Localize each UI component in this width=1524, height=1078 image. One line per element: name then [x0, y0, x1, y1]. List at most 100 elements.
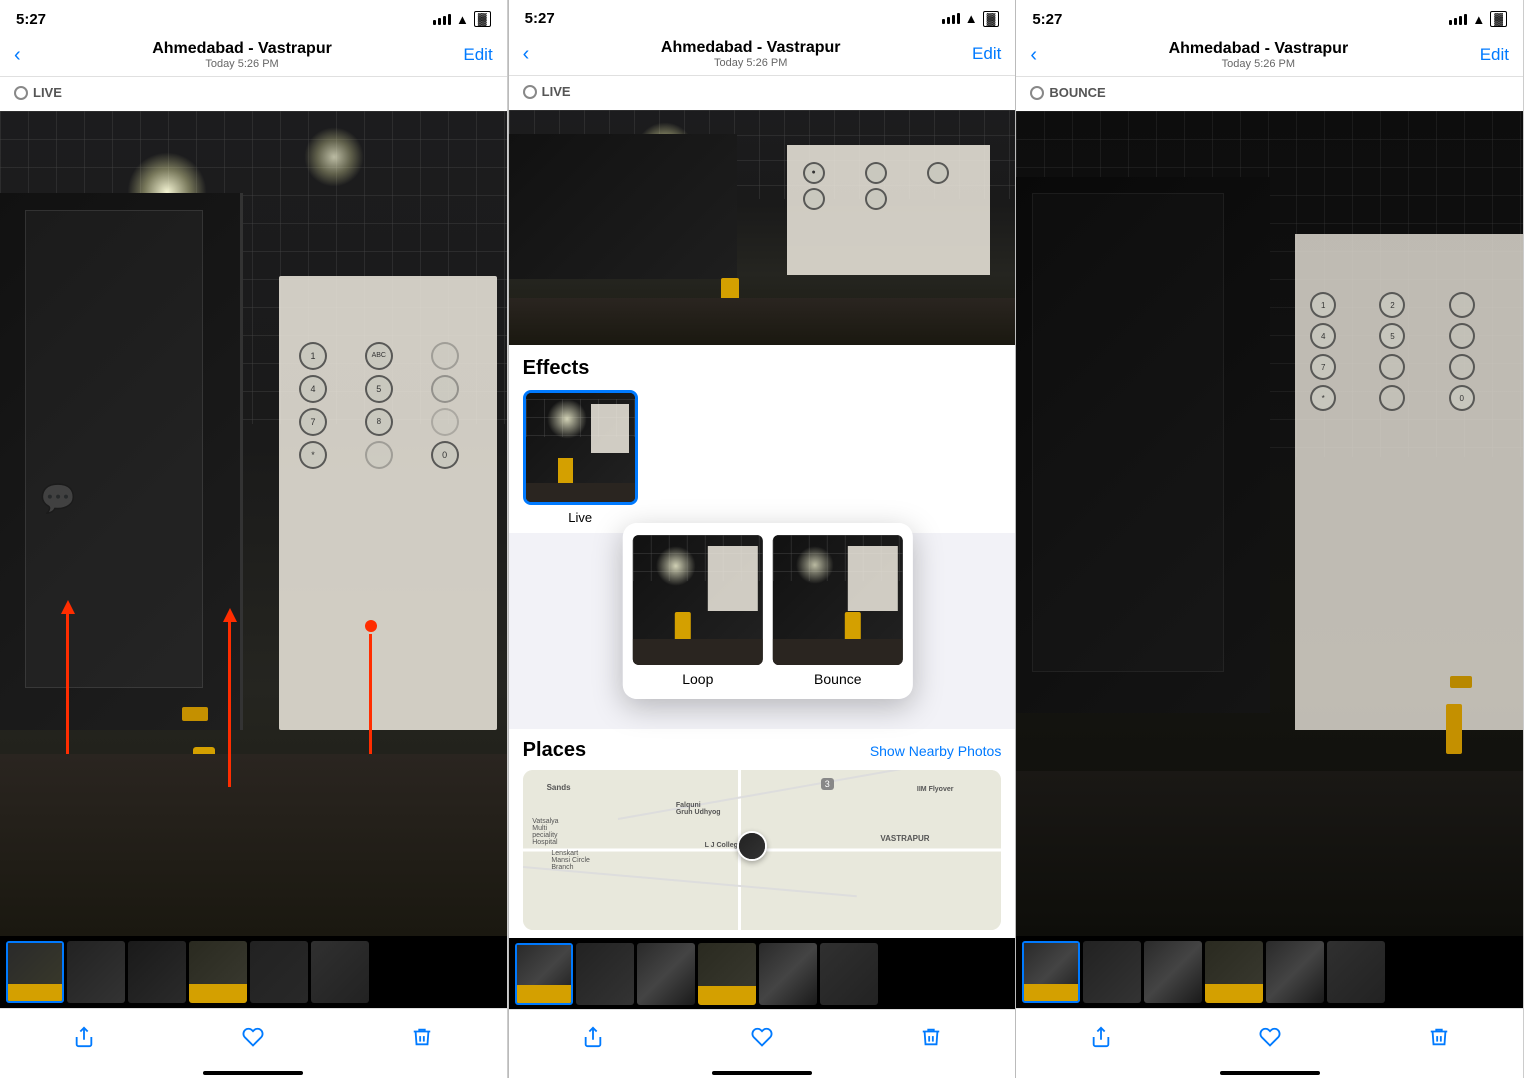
- toolbar-3: [1016, 1008, 1523, 1072]
- live-badge-bar-1: LIVE: [0, 77, 507, 111]
- nav-bar-2: ‹ Ahmedabad - Vastrapur Today 5:26 PM Ed…: [509, 35, 1016, 76]
- back-button-2[interactable]: ‹: [523, 43, 530, 66]
- heart-button-1[interactable]: [242, 1026, 264, 1048]
- nav-bar-1: ‹ Ahmedabad - Vastrapur Today 5:26 PM Ed…: [0, 36, 507, 77]
- live-badge-1: LIVE: [14, 85, 62, 100]
- time-1: 5:27: [16, 11, 46, 28]
- map-area: Sands FalquniGruh Udhyog L J College IIM…: [523, 770, 1002, 930]
- title-block-1: Ahmedabad - Vastrapur Today 5:26 PM: [152, 40, 332, 70]
- share-button-2[interactable]: [582, 1026, 604, 1048]
- places-title: Places: [523, 739, 586, 762]
- thumb-s2-3[interactable]: [637, 943, 695, 1005]
- screen-2: 5:27 ▲ ▓ ‹ Ahmedabad - Vastrapur Today 5…: [508, 0, 1017, 1078]
- floor-s3: [1016, 771, 1523, 936]
- share-button-1[interactable]: [73, 1026, 95, 1048]
- live-dot-icon-1: [14, 86, 28, 100]
- status-bar-2: 5:27 ▲ ▓: [509, 0, 1016, 35]
- live-badge-bar-2: LIVE: [509, 76, 1016, 110]
- battery-icon-1: ▓: [474, 11, 491, 27]
- share-button-3[interactable]: [1090, 1026, 1112, 1048]
- screen-3: 5:27 ▲ ▓ ‹ Ahmedabad - Vastrapur Today 5…: [1016, 0, 1524, 1078]
- trash-button-1[interactable]: [411, 1026, 433, 1048]
- back-button-1[interactable]: ‹: [14, 44, 21, 67]
- thumb-s3-3[interactable]: [1144, 941, 1202, 1003]
- heart-button-3[interactable]: [1259, 1026, 1281, 1048]
- nav-subtitle-3: Today 5:26 PM: [1169, 58, 1349, 70]
- floor-1: [0, 754, 507, 936]
- home-bar-1: [203, 1071, 303, 1075]
- effects-section: Effects Live: [509, 345, 1016, 533]
- show-nearby-link[interactable]: Show Nearby Photos: [870, 743, 1002, 759]
- thumb-s3-4[interactable]: [1205, 941, 1263, 1003]
- thumb-s3-1[interactable]: [1022, 941, 1080, 1003]
- bounce-badge-bar: BOUNCE: [1016, 77, 1523, 111]
- thumb-6[interactable]: [311, 941, 369, 1003]
- edit-button-2[interactable]: Edit: [972, 44, 1001, 64]
- thumb-1[interactable]: [6, 941, 64, 1003]
- effect-live-thumb: [523, 390, 638, 505]
- thumb-2[interactable]: [67, 941, 125, 1003]
- wifi-icon-2: ▲: [965, 11, 978, 26]
- map-label-vatsalya: VatsalyaMultipecialityHospital: [532, 818, 558, 846]
- nav-subtitle-2: Today 5:26 PM: [661, 57, 841, 69]
- status-icons-1: ▲ ▓: [433, 11, 491, 27]
- nav-title-2: Ahmedabad - Vastrapur: [661, 39, 841, 57]
- effect-live[interactable]: Live: [523, 390, 638, 525]
- wifi-icon-3: ▲: [1472, 12, 1485, 27]
- thumbnail-strip-2: [509, 938, 1016, 1009]
- thumb-s3-5[interactable]: [1266, 941, 1324, 1003]
- loop-bounce-popup: Loop Bounce: [623, 523, 913, 699]
- live-dot-icon-2: [523, 85, 537, 99]
- toolbar-2: [509, 1009, 1016, 1072]
- time-3: 5:27: [1032, 11, 1062, 28]
- map-pin: [737, 831, 767, 861]
- thumb-s2-4[interactable]: [698, 943, 756, 1005]
- trash-button-2[interactable]: [920, 1026, 942, 1048]
- thumb-s2-6[interactable]: [820, 943, 878, 1005]
- back-button-3[interactable]: ‹: [1030, 44, 1037, 67]
- floor-s2: [509, 298, 1016, 345]
- signal-icon-3: [1449, 14, 1467, 25]
- thumb-5[interactable]: [250, 941, 308, 1003]
- map-label-lenskart: LenskartMansi CircleBranch: [551, 850, 590, 871]
- thumb-s3-6[interactable]: [1327, 941, 1385, 1003]
- thumb-4[interactable]: [189, 941, 247, 1003]
- map-label-lj: L J College: [705, 842, 742, 849]
- nums-s3: 1 2 4 5 7 * 0: [1310, 292, 1513, 411]
- wifi-icon-1: ▲: [456, 12, 469, 27]
- nav-subtitle-1: Today 5:26 PM: [152, 58, 332, 70]
- status-icons-3: ▲ ▓: [1449, 11, 1507, 27]
- battery-icon-2: ▓: [983, 11, 1000, 27]
- nav-title-3: Ahmedabad - Vastrapur: [1169, 40, 1349, 58]
- heart-button-2[interactable]: [751, 1026, 773, 1048]
- home-bar-2: [712, 1071, 812, 1075]
- battery-icon-3: ▓: [1490, 11, 1507, 27]
- loop-item[interactable]: Loop: [633, 535, 763, 687]
- thumb-s3-2[interactable]: [1083, 941, 1141, 1003]
- thumb-s2-1[interactable]: [515, 943, 573, 1005]
- bounce-badge: BOUNCE: [1030, 85, 1105, 100]
- nums-s2: ●: [803, 162, 985, 210]
- trash-button-3[interactable]: [1428, 1026, 1450, 1048]
- edit-button-1[interactable]: Edit: [463, 45, 492, 65]
- light-2: [304, 127, 364, 187]
- home-indicator-2: [509, 1072, 1016, 1078]
- effects-title: Effects: [523, 357, 1002, 380]
- screen-1: 5:27 ▲ ▓ ‹ Ahmedabad - Vastrapur Today 5…: [0, 0, 508, 1078]
- thumbnail-strip-1: [0, 936, 507, 1008]
- bounce-item[interactable]: Bounce: [773, 535, 903, 687]
- chat-icon-1: 💬: [41, 482, 76, 515]
- thumb-s2-2[interactable]: [576, 943, 634, 1005]
- nav-bar-3: ‹ Ahmedabad - Vastrapur Today 5:26 PM Ed…: [1016, 36, 1523, 77]
- thumb-s2-5[interactable]: [759, 943, 817, 1005]
- thumb-3[interactable]: [128, 941, 186, 1003]
- status-bar-1: 5:27 ▲ ▓: [0, 0, 507, 36]
- edit-button-3[interactable]: Edit: [1480, 45, 1509, 65]
- nav-title-1: Ahmedabad - Vastrapur: [152, 40, 332, 58]
- bounce-thumb: [773, 535, 903, 665]
- route-num: 3: [821, 778, 834, 790]
- effects-row: Live: [523, 390, 1002, 525]
- status-bar-3: 5:27 ▲ ▓: [1016, 0, 1523, 36]
- chair-s3: [1446, 704, 1462, 754]
- title-block-2: Ahmedabad - Vastrapur Today 5:26 PM: [661, 39, 841, 69]
